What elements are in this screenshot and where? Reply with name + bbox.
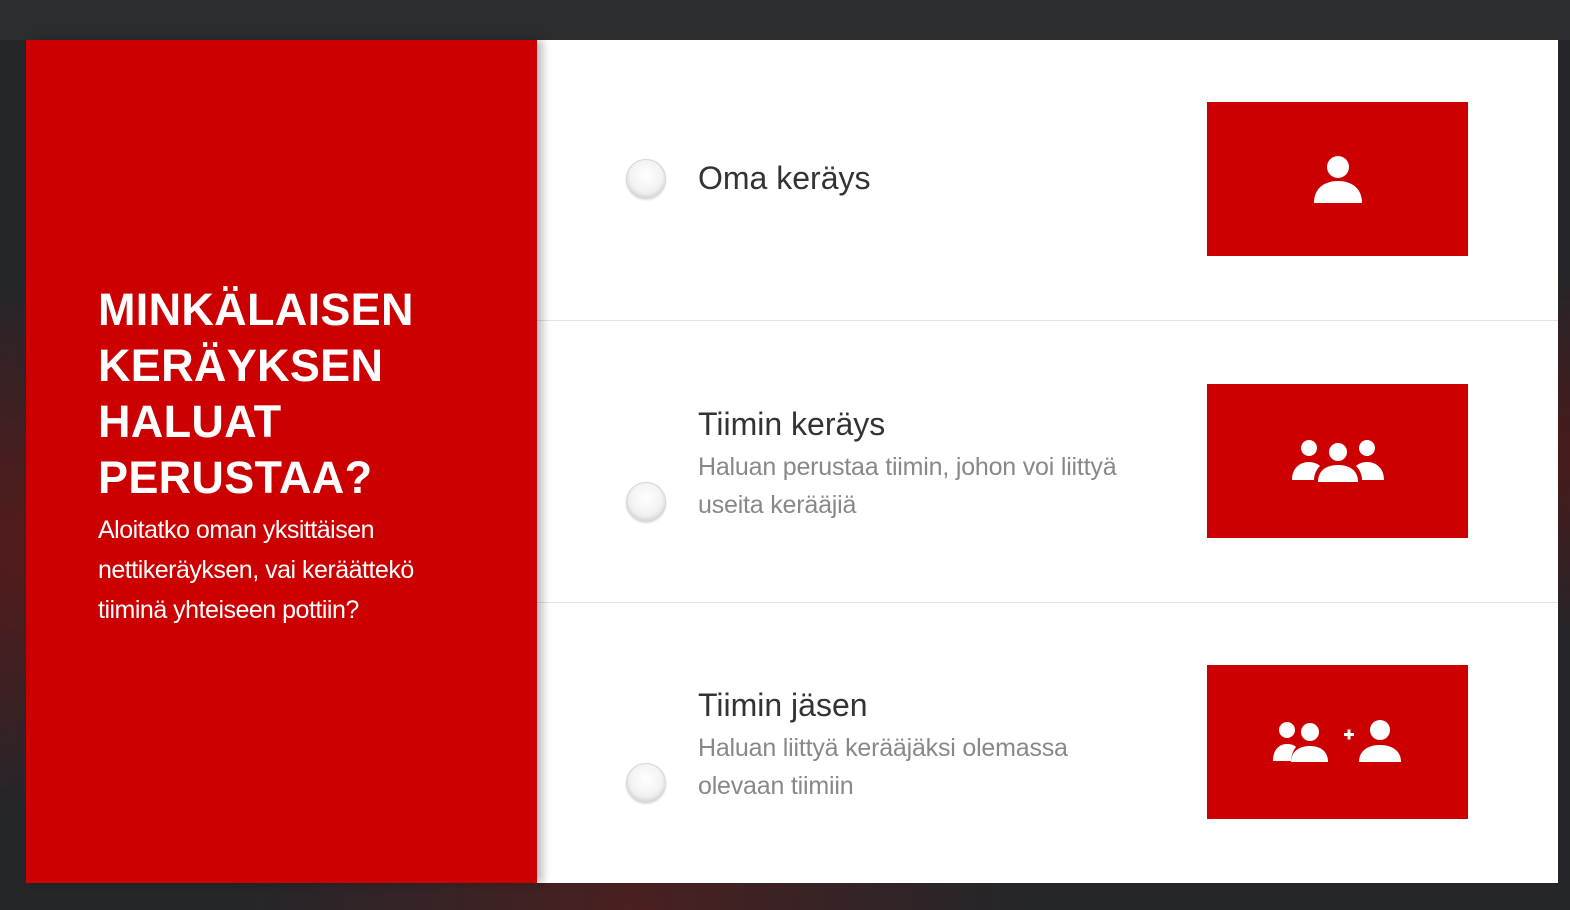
- option-text: Tiimin jäsen Haluan liittyä kerääjäksi o…: [698, 683, 1118, 805]
- dialog-subtext: Aloitatko oman yksittäisen nettikeräykse…: [98, 515, 414, 624]
- heading-line: KERÄYKSEN: [98, 339, 384, 391]
- heading-line: PERUSTAA?: [98, 451, 373, 503]
- heading-line: HALUAT: [98, 395, 282, 447]
- option-text: Tiimin keräys Haluan perustaa tiimin, jo…: [698, 402, 1118, 524]
- option-description: Haluan liittyä kerääjäksi olemassa oleva…: [698, 734, 1068, 800]
- option-icon-tile[interactable]: [1207, 102, 1468, 256]
- top-bar: [0, 0, 1570, 40]
- option-icon-tile[interactable]: [1207, 665, 1468, 819]
- option-description: Haluan perustaa tiimin, johon voi liitty…: [698, 453, 1117, 519]
- option-own-fundraiser[interactable]: Oma keräys: [537, 40, 1558, 321]
- option-team-fundraiser[interactable]: Tiimin keräys Haluan perustaa tiimin, jo…: [537, 321, 1558, 603]
- dialog-intro-panel: MINKÄLAISEN KERÄYKSEN HALUAT PERUSTAA? A…: [26, 40, 537, 883]
- radio-team-member[interactable]: [626, 763, 666, 803]
- option-text: Oma keräys: [698, 156, 1118, 200]
- option-title: Tiimin keräys: [698, 406, 886, 442]
- join-team-icon: [1272, 720, 1401, 762]
- group-icon: [1291, 440, 1384, 482]
- option-team-member[interactable]: Tiimin jäsen Haluan liittyä kerääjäksi o…: [537, 603, 1558, 883]
- heading-line: MINKÄLAISEN: [98, 283, 414, 335]
- radio-own-fundraiser[interactable]: [626, 159, 666, 199]
- radio-team-fundraiser[interactable]: [626, 482, 666, 522]
- option-icon-tile[interactable]: [1207, 384, 1468, 538]
- options-list: Oma keräys Tiimin keräys Haluan perustaa…: [537, 40, 1558, 883]
- option-title: Oma keräys: [698, 160, 871, 196]
- option-title: Tiimin jäsen: [698, 687, 868, 723]
- single-person-icon: [1313, 156, 1362, 203]
- fundraiser-type-dialog: MINKÄLAISEN KERÄYKSEN HALUAT PERUSTAA? A…: [26, 40, 1558, 883]
- dialog-heading: MINKÄLAISEN KERÄYKSEN HALUAT PERUSTAA?: [98, 282, 477, 506]
